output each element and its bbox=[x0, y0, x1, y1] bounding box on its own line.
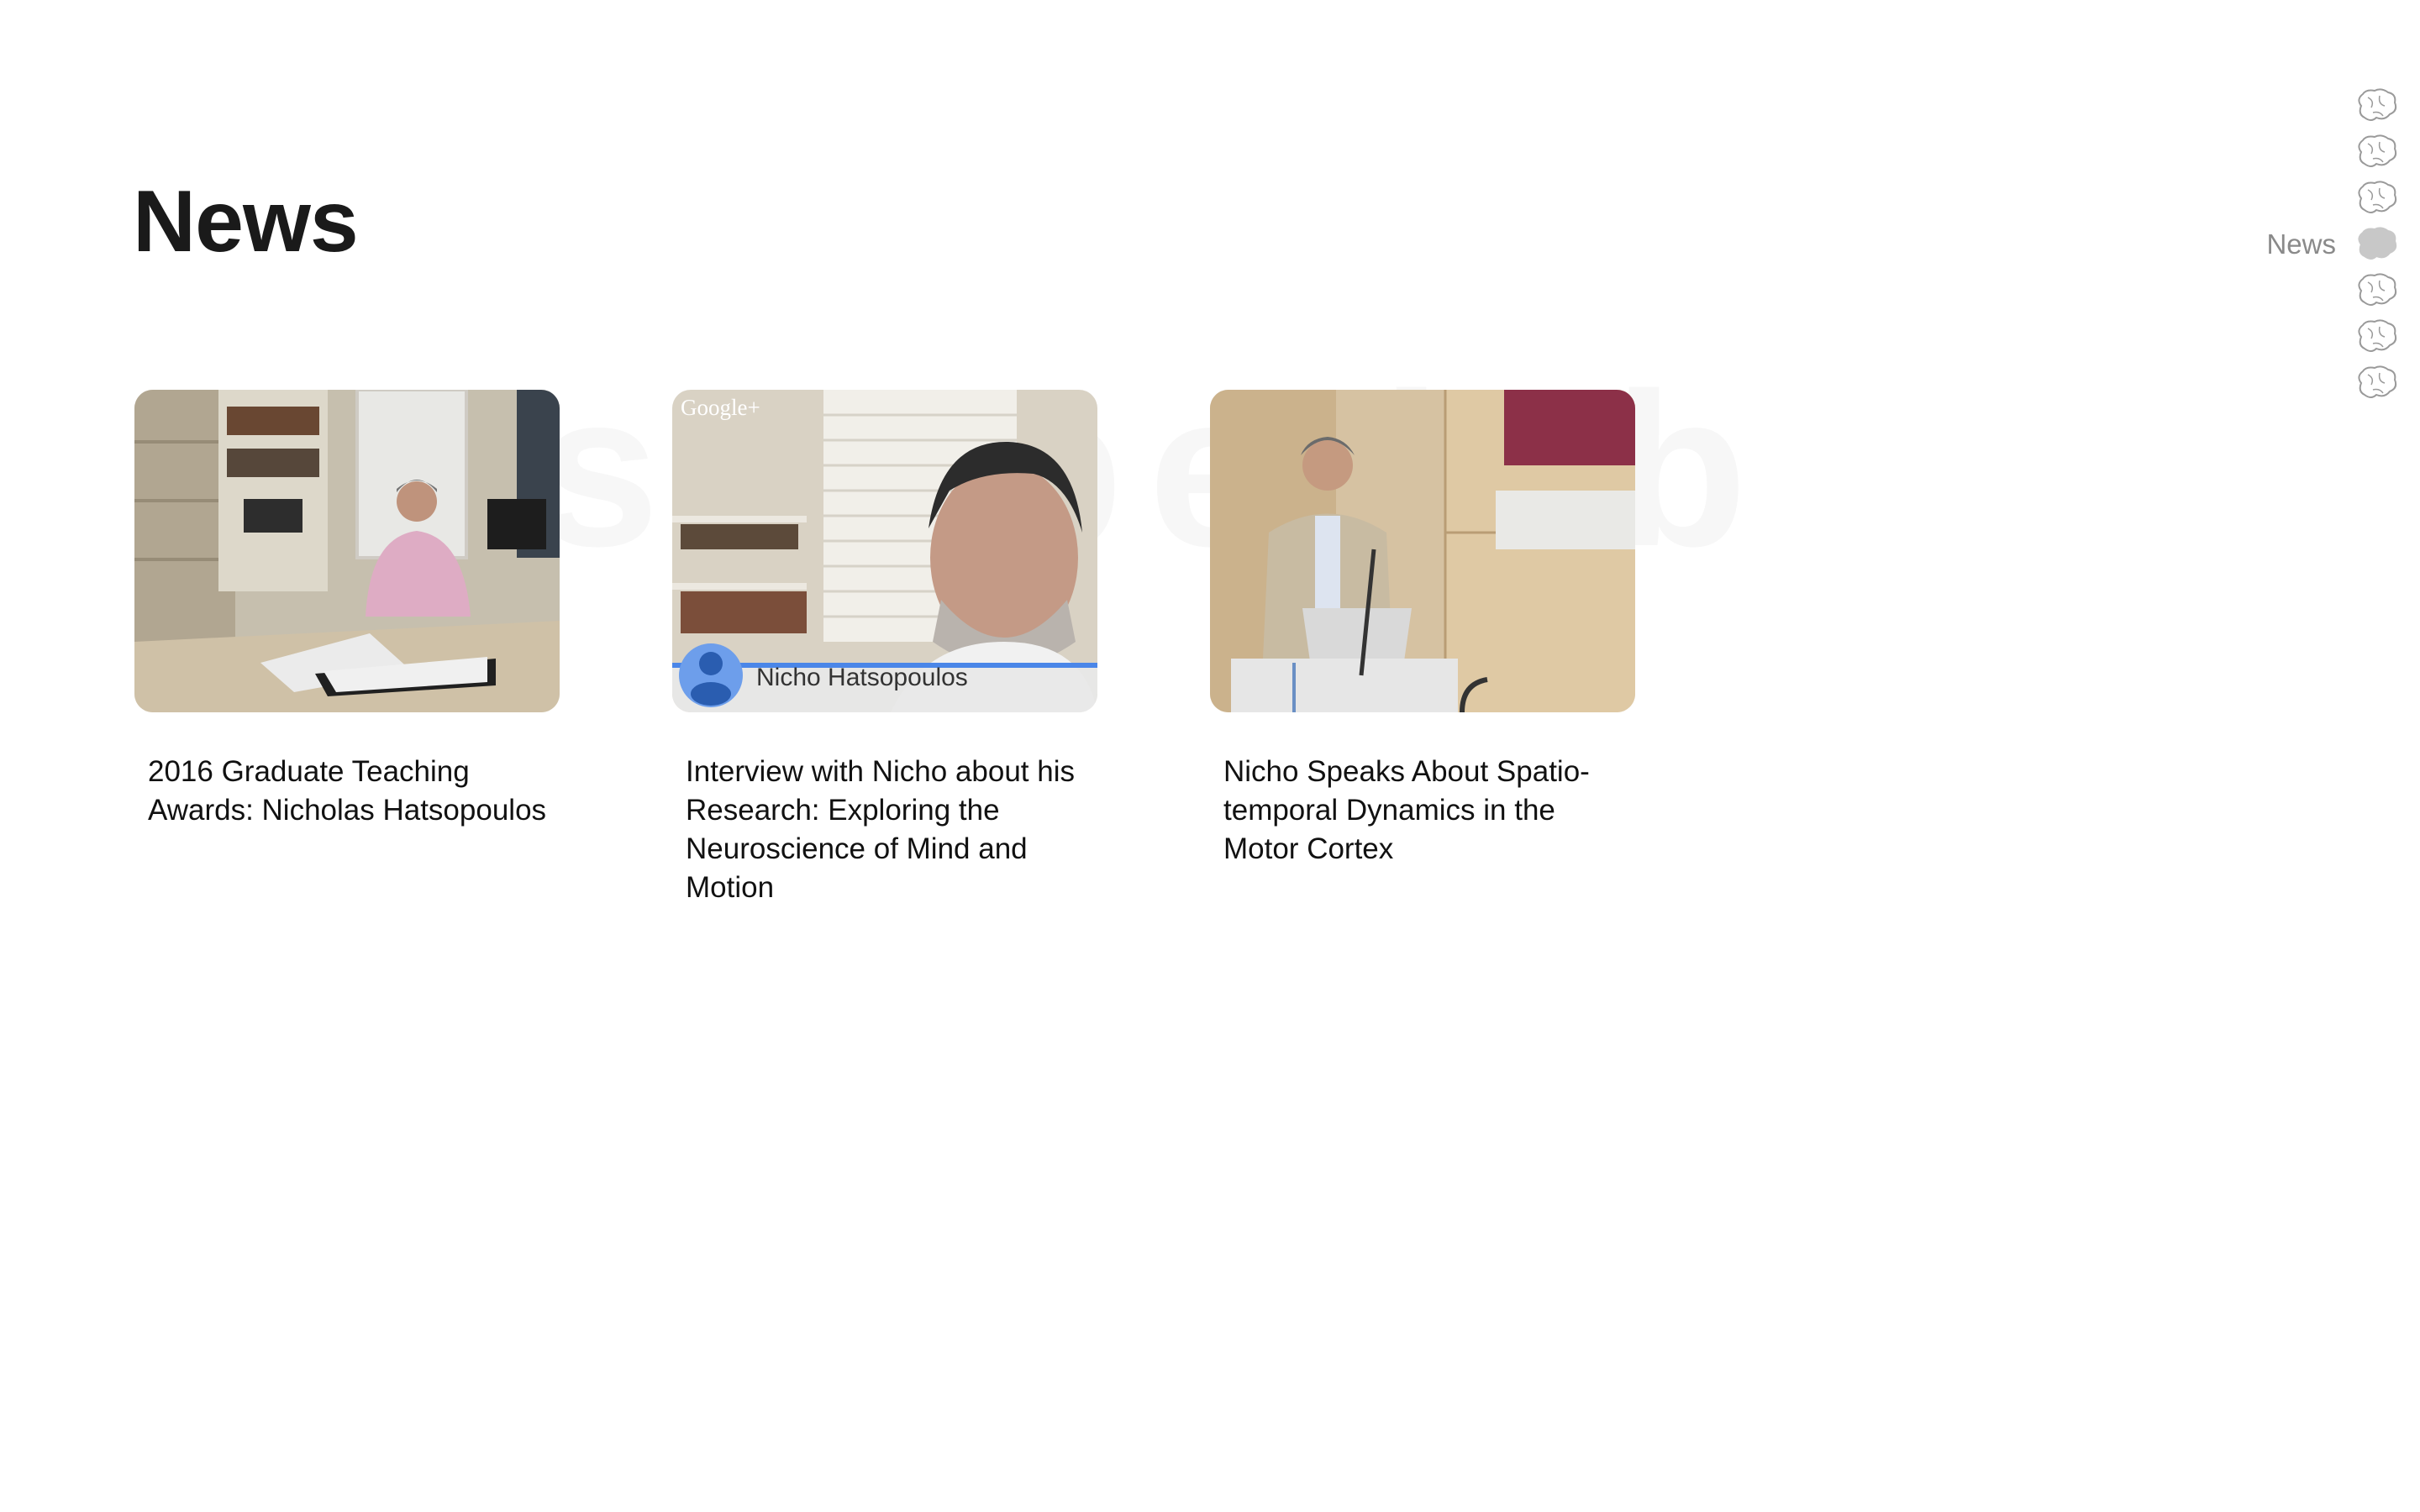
page: scope lab News 2016 Graduate Teaching Aw… bbox=[0, 0, 2420, 1512]
news-list: 2016 Graduate Teaching Awards: Nicholas … bbox=[134, 390, 1635, 907]
hangout-participant-name: Nicho Hatsopoulos bbox=[756, 664, 968, 691]
video-thumbnail-office[interactable] bbox=[134, 390, 560, 712]
brain-outline-icon bbox=[2358, 87, 2397, 121]
news-title[interactable]: Nicho Speaks About Spatio-temporal Dynam… bbox=[1223, 753, 1635, 869]
brain-outline-icon bbox=[2358, 365, 2397, 398]
nav-item-7[interactable] bbox=[2112, 360, 2398, 406]
brain-outline-icon bbox=[2358, 134, 2397, 167]
brain-outline-icon bbox=[2358, 318, 2397, 352]
nav-item-6[interactable] bbox=[2112, 313, 2398, 360]
news-card[interactable]: Nicho Speaks About Spatio-temporal Dynam… bbox=[1210, 390, 1635, 907]
brain-filled-icon bbox=[2358, 226, 2397, 260]
news-title[interactable]: Interview with Nicho about his Research:… bbox=[686, 753, 1097, 907]
nav-label-news[interactable]: News bbox=[2266, 228, 2336, 260]
thumbnail-image bbox=[1210, 390, 1635, 712]
brain-outline-icon bbox=[2358, 272, 2397, 306]
news-card[interactable]: Google+ Nicho Hatsopoulos Interview with… bbox=[672, 390, 1097, 907]
video-thumbnail-conference[interactable] bbox=[1210, 390, 1635, 712]
news-card[interactable]: 2016 Graduate Teaching Awards: Nicholas … bbox=[134, 390, 560, 907]
nav-item-3[interactable] bbox=[2112, 175, 2398, 221]
side-nav: News bbox=[2112, 82, 2398, 406]
nav-item-news[interactable]: News bbox=[2112, 221, 2398, 267]
nav-item-5[interactable] bbox=[2112, 267, 2398, 313]
video-thumbnail-hangout[interactable]: Google+ Nicho Hatsopoulos bbox=[672, 390, 1097, 712]
nav-item-1[interactable] bbox=[2112, 82, 2398, 129]
brain-outline-icon bbox=[2358, 180, 2397, 213]
google-plus-badge: Google+ bbox=[681, 395, 760, 420]
nav-item-2[interactable] bbox=[2112, 129, 2398, 175]
thumbnail-image bbox=[134, 390, 560, 712]
news-title[interactable]: 2016 Graduate Teaching Awards: Nicholas … bbox=[148, 753, 560, 830]
page-title: News bbox=[133, 173, 359, 270]
